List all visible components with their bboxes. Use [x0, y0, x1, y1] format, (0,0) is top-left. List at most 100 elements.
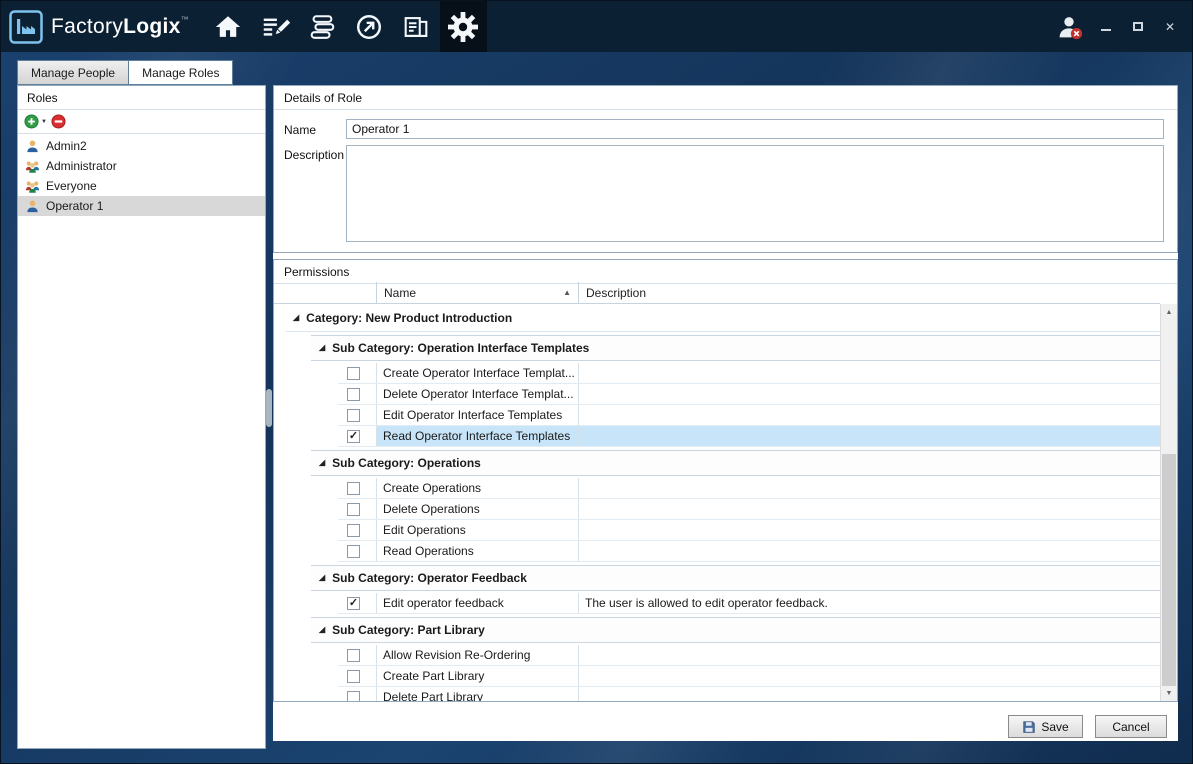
sort-ascending-icon: ▲: [563, 288, 571, 297]
permission-checkbox[interactable]: [347, 524, 360, 537]
library-icon[interactable]: [299, 1, 346, 52]
permission-checkbox[interactable]: [347, 670, 360, 683]
permission-name: Allow Revision Re-Ordering: [376, 645, 578, 665]
collapse-triangle-icon[interactable]: ◢: [319, 574, 325, 582]
role-editor: Details of Role Name Description Permiss…: [273, 85, 1178, 741]
checkbox-cell: [338, 384, 376, 404]
permission-checkbox[interactable]: [347, 503, 360, 516]
subcategory-row[interactable]: ◢ Sub Category: Operations: [311, 450, 1160, 476]
permission-description: [578, 499, 1160, 519]
collapse-triangle-icon[interactable]: ◢: [293, 314, 299, 322]
app-logo: FactoryLogix™: [1, 10, 205, 44]
user-disconnected-icon[interactable]: [1054, 12, 1084, 42]
permission-checkbox[interactable]: [347, 691, 360, 702]
subcategory-row[interactable]: ◢Sub Category: Part Library: [311, 617, 1160, 643]
save-button-label: Save: [1041, 720, 1068, 734]
remove-role-button[interactable]: [51, 114, 66, 129]
minimize-button[interactable]: [1096, 19, 1116, 35]
permission-row[interactable]: ✓Read Operator Interface Templates: [338, 426, 1160, 447]
role-name-input[interactable]: [346, 119, 1164, 139]
tab-manage-people[interactable]: Manage People: [17, 60, 129, 85]
roles-panel-title: Roles: [18, 86, 265, 110]
process-definition-icon[interactable]: [252, 1, 299, 52]
checkbox-cell: [338, 666, 376, 686]
close-button[interactable]: ✕: [1160, 19, 1180, 35]
checkbox-cell: [338, 520, 376, 540]
collapse-triangle-icon[interactable]: ◢: [319, 626, 325, 634]
permission-description: [578, 520, 1160, 540]
add-icon: [24, 114, 39, 129]
permission-name: Delete Operator Interface Templat...: [376, 384, 578, 404]
reports-icon[interactable]: [393, 1, 440, 52]
home-icon[interactable]: [205, 1, 252, 52]
role-item[interactable]: Admin2: [18, 136, 265, 156]
factorylogix-logo-icon: [9, 10, 43, 44]
titlebar-right: ✕: [1054, 12, 1192, 42]
scroll-up-icon[interactable]: ▲: [1161, 304, 1177, 320]
permission-description: [578, 541, 1160, 561]
permission-row[interactable]: Delete Part Library: [338, 687, 1160, 701]
maximize-button[interactable]: [1128, 19, 1148, 35]
permissions-scrollbar[interactable]: ▲ ▼: [1160, 304, 1177, 701]
role-item[interactable]: Everyone: [18, 176, 265, 196]
permission-description: [578, 405, 1160, 425]
permission-row[interactable]: Delete Operations: [338, 499, 1160, 520]
permission-description: The user is allowed to edit operator fee…: [578, 593, 1160, 613]
permission-name: Delete Part Library: [376, 687, 578, 701]
scroll-down-icon[interactable]: ▼: [1161, 685, 1177, 701]
role-description-input[interactable]: [346, 145, 1164, 242]
permission-description: [578, 384, 1160, 404]
collapse-triangle-icon[interactable]: ◢: [319, 344, 325, 352]
column-header-name[interactable]: Name ▲: [376, 282, 578, 303]
cancel-button[interactable]: Cancel: [1095, 715, 1167, 738]
permission-row[interactable]: Create Part Library: [338, 666, 1160, 687]
permission-checkbox[interactable]: [347, 545, 360, 558]
add-role-button[interactable]: ▼: [24, 114, 47, 129]
permission-row[interactable]: Create Operations: [338, 478, 1160, 499]
checkbox-cell: [338, 645, 376, 665]
panel-splitter-grip[interactable]: [266, 389, 272, 427]
permission-name: Edit Operations: [376, 520, 578, 540]
subcategory-row[interactable]: ◢Sub Category: Operator Feedback: [311, 565, 1160, 591]
role-item-label: Everyone: [46, 179, 97, 193]
permission-checkbox[interactable]: ✓: [347, 597, 360, 610]
permissions-table: Name ▲ Description ◢Category: New Produc…: [274, 282, 1177, 701]
permissions-header: Name ▲ Description: [274, 282, 1160, 304]
remove-icon: [51, 114, 66, 129]
permissions-rows: ◢Category: New Product Introduction◢Sub …: [274, 304, 1160, 701]
permission-row[interactable]: Edit Operations: [338, 520, 1160, 541]
dispatch-icon[interactable]: [346, 1, 393, 52]
permission-checkbox[interactable]: [347, 367, 360, 380]
permission-description: [578, 666, 1160, 686]
collapse-triangle-icon[interactable]: ◢: [319, 459, 325, 467]
scrollbar-thumb[interactable]: [1162, 454, 1176, 686]
permission-row[interactable]: ✓Edit operator feedbackThe user is allow…: [338, 593, 1160, 614]
permission-checkbox[interactable]: [347, 388, 360, 401]
add-role-dropdown-icon[interactable]: ▼: [41, 119, 47, 125]
permission-checkbox[interactable]: [347, 649, 360, 662]
permission-row[interactable]: Delete Operator Interface Templat...: [338, 384, 1160, 405]
settings-icon[interactable]: [440, 1, 487, 52]
subcategory-row[interactable]: ◢Sub Category: Operation Interface Templ…: [311, 335, 1160, 361]
checkbox-cell: [338, 687, 376, 701]
permissions-box: Permissions Name ▲ Description ◢Category…: [273, 259, 1178, 702]
role-item[interactable]: Administrator: [18, 156, 265, 176]
column-header-description[interactable]: Description: [578, 282, 1160, 303]
permission-row[interactable]: Create Operator Interface Templat...: [338, 363, 1160, 384]
permission-checkbox[interactable]: ✓: [347, 430, 360, 443]
group-icon: [25, 179, 40, 194]
permission-checkbox[interactable]: [347, 482, 360, 495]
permission-checkbox[interactable]: [347, 409, 360, 422]
permission-row[interactable]: Read Operations: [338, 541, 1160, 562]
role-item[interactable]: Operator 1: [18, 196, 265, 216]
save-button[interactable]: Save: [1008, 715, 1083, 738]
subcategory-label: Sub Category: Operations: [332, 456, 481, 470]
person-icon: [25, 139, 40, 154]
permission-row[interactable]: Allow Revision Re-Ordering: [338, 645, 1160, 666]
save-icon: [1022, 720, 1036, 734]
role-item-label: Administrator: [46, 159, 117, 173]
permission-description: [578, 426, 1160, 446]
tab-manage-roles[interactable]: Manage Roles: [129, 60, 233, 85]
category-row[interactable]: ◢Category: New Product Introduction: [286, 304, 1160, 332]
permission-row[interactable]: Edit Operator Interface Templates: [338, 405, 1160, 426]
